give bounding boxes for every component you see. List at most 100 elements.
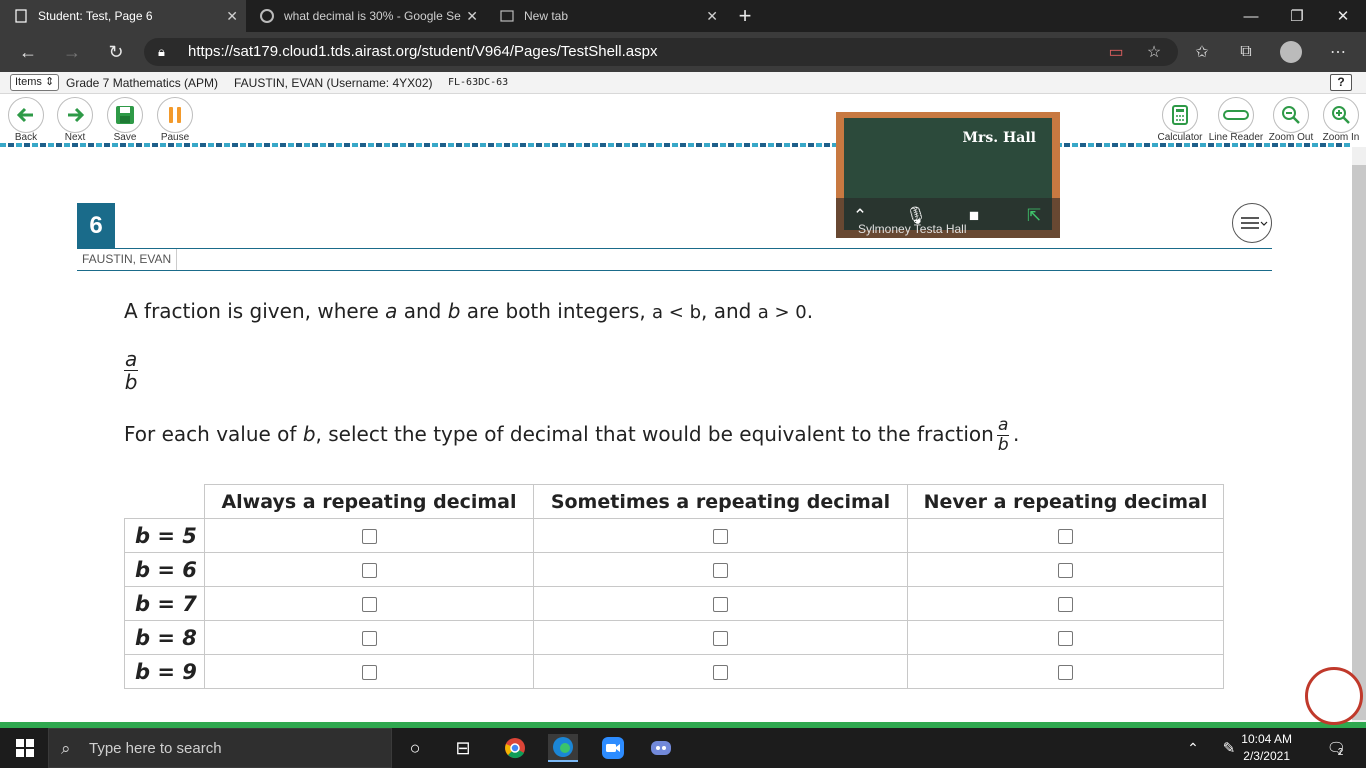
items-dropdown[interactable]: Items ⇕ [10,74,60,91]
fraction-a-over-b: a b [124,348,139,393]
line-reader-icon [1223,110,1249,120]
checkbox[interactable] [1058,529,1073,544]
back-arrow-icon[interactable]: ← [16,40,40,64]
video-call-overlay[interactable]: Mrs. Hall ⌃ 🎙︎ ■ ⇱ Sylmoney Testa Hall [836,112,1060,238]
pause-button[interactable] [157,97,193,133]
checkbox[interactable] [361,597,377,612]
notifications-icon[interactable]: 🗨︎ 2 [1320,734,1350,762]
popout-icon[interactable]: ⇱ [1022,206,1046,226]
profile-avatar[interactable] [1280,41,1302,63]
close-tab-icon[interactable]: ✕ [466,8,478,25]
zoom-out-label: Zoom Out [1268,132,1314,143]
url-text: https://sat179.cloud1.tds.airast.org/stu… [188,43,658,60]
favorites-icon[interactable]: ✩ [1192,42,1212,62]
tab-student-test[interactable]: Student: Test, Page 6 ✕ [0,0,246,32]
column-header: Never a repeating decimal [907,484,1224,519]
url-field[interactable]: 🔒︎ https://sat179.cloud1.tds.airast.org/… [144,38,1178,66]
question-rule-top [77,248,1272,249]
column-header: Always a repeating decimal [204,484,534,519]
row-label-text: b = 7 [135,591,197,616]
address-bar: ← → ↻ 🔒︎ https://sat179.cloud1.tds.airas… [0,32,1366,72]
row-label: b = 5 [124,518,205,553]
tab-google-search[interactable]: what decimal is 30% - Google Se ✕ [246,0,486,32]
checkbox[interactable] [1058,597,1073,612]
checkbox[interactable] [361,665,377,680]
clock-time: 10:04 AM [1241,732,1292,746]
hamburger-menu-icon [1241,217,1268,229]
back-label: Back [14,132,38,143]
discord-icon[interactable] [646,734,676,762]
stem-text: and [397,299,448,323]
floating-circle-button[interactable] [1305,667,1363,725]
scrollbar-thumb[interactable] [1352,165,1366,720]
taskbar-clock[interactable]: 10:04 AM 2/3/2021 [1241,731,1292,765]
checkbox[interactable] [713,529,728,544]
close-tab-icon[interactable]: ✕ [226,8,238,25]
toolbar-divider [0,143,1352,147]
task-view-icon[interactable]: ⊟ [448,734,478,762]
close-window-icon[interactable]: ✕ [1320,0,1366,32]
collections-icon[interactable]: ⧉ [1236,42,1256,62]
grid-cell [533,586,908,621]
cortana-icon[interactable]: ○ [400,734,430,762]
fraction-denominator: b [997,435,1009,455]
tab-new-tab[interactable]: New tab ✕ [486,0,726,32]
grid-cell [204,552,534,587]
more-menu-icon[interactable]: ⋯ [1328,42,1348,62]
camera-blocked-icon[interactable]: ▭ [1106,42,1126,62]
stem-condition-1: a < b [652,302,702,323]
back-arrow-icon [16,107,33,123]
grid-cell [204,654,534,689]
chevron-up-icon[interactable]: ⌃ [1178,734,1208,762]
calculator-button[interactable] [1162,97,1198,133]
checkbox[interactable] [1058,631,1073,646]
help-button[interactable]: ? [1330,74,1352,91]
checkbox[interactable] [713,563,728,578]
row-label: b = 9 [124,654,205,689]
question-instruction: For each value of b, select the type of … [124,422,994,446]
refresh-icon[interactable]: ↻ [104,40,128,64]
grid-row: b = 7 [124,586,1224,621]
checkbox[interactable] [361,563,377,578]
zoom-app-icon[interactable] [598,734,628,762]
row-label: b = 6 [124,552,205,587]
zoom-out-button[interactable] [1273,97,1309,133]
add-favorite-icon[interactable]: ☆ [1144,42,1164,62]
zoom-in-button[interactable] [1323,97,1359,133]
back-button[interactable] [8,97,44,133]
minimize-icon[interactable]: — [1228,0,1274,32]
close-tab-icon[interactable]: ✕ [706,8,718,25]
tab-title: what decimal is 30% - Google Se [284,9,461,23]
checkbox[interactable] [361,631,377,646]
checkbox[interactable] [361,529,377,544]
line-reader-button[interactable] [1218,97,1254,133]
browser-tab-bar: Student: Test, Page 6 ✕ what decimal is … [0,0,1366,32]
checkbox[interactable] [1058,563,1073,578]
restore-icon[interactable]: ❐ [1274,0,1320,32]
pen-icon[interactable]: ✎ [1214,734,1244,762]
checkbox[interactable] [713,597,728,612]
checkbox[interactable] [713,665,728,680]
save-button[interactable] [107,97,143,133]
save-label: Save [113,132,137,143]
tab-title: New tab [524,9,569,23]
calculator-icon [1172,105,1188,125]
row-label-text: b = 9 [135,659,197,684]
forward-arrow-icon[interactable]: → [60,40,84,64]
new-tab-button[interactable]: + [722,0,768,32]
checkbox[interactable] [713,631,728,646]
question-menu-button[interactable] [1232,203,1272,243]
video-controls: ⌃ 🎙︎ ■ ⇱ Sylmoney Testa Hall [836,198,1060,238]
grid-cell [907,518,1224,553]
stem-var-a: a [385,299,398,323]
checkbox[interactable] [1058,665,1073,680]
edge-icon[interactable] [548,734,578,762]
next-label: Next [64,132,86,143]
grid-row: b = 5 [124,518,1224,553]
taskbar-search-input[interactable]: ⌕ Type here to search [48,728,392,768]
stem-var-b: b [447,299,461,323]
grid-cell [533,620,908,655]
windows-start-icon[interactable] [10,734,40,762]
next-button[interactable] [57,97,93,133]
chrome-icon[interactable] [500,734,530,762]
